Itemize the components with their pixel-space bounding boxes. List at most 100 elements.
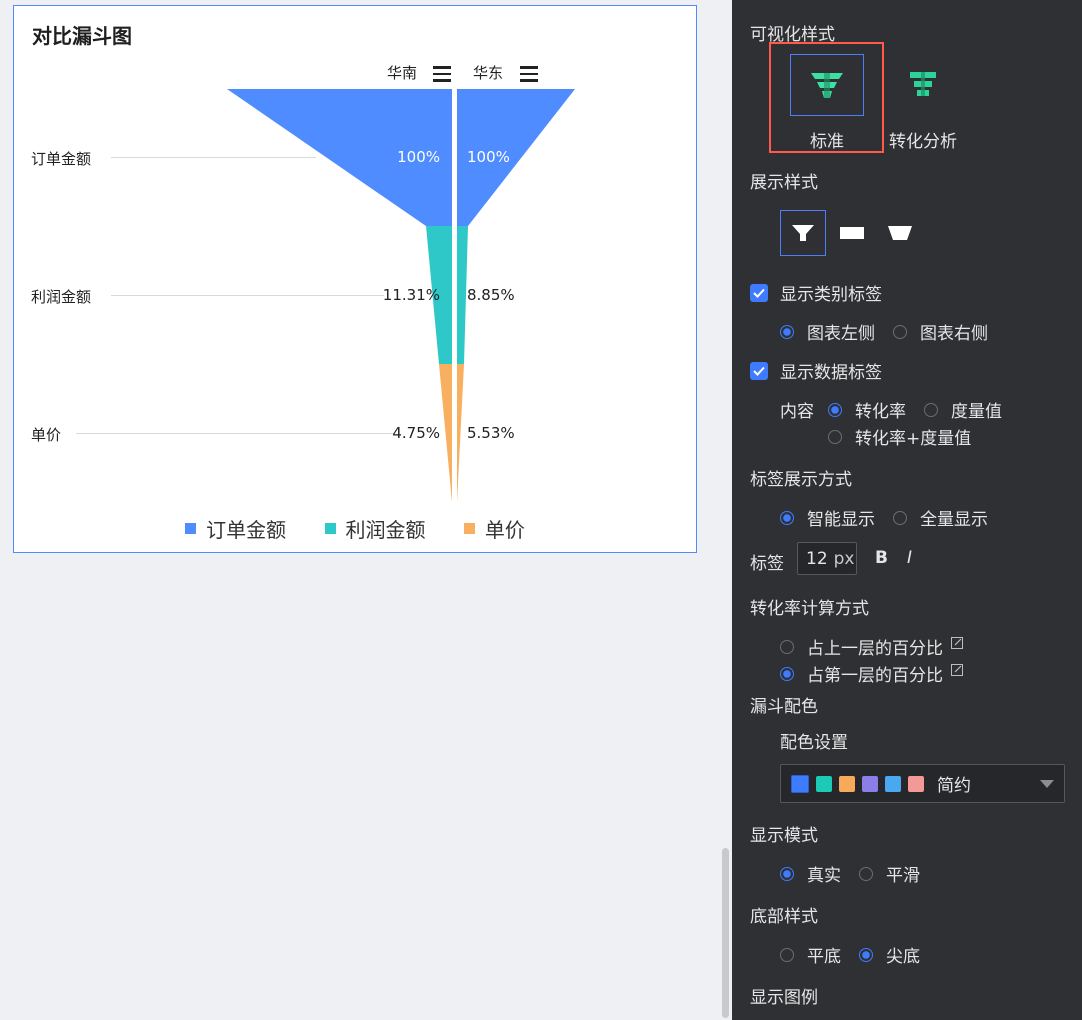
radio-icon[interactable] — [859, 866, 873, 881]
scrollbar-thumb[interactable] — [722, 848, 729, 1018]
rate-calc-first[interactable]: 占第一层的百分比 — [780, 661, 963, 686]
section-rate-calc: 转化率计算方式 — [750, 599, 869, 619]
funnel-south-price[interactable] — [439, 364, 452, 502]
data-label-south-1: 11.31% — [382, 286, 440, 304]
palette-swatch — [862, 775, 878, 792]
shape-funnel-option[interactable] — [780, 210, 826, 256]
radio-icon[interactable] — [828, 429, 842, 444]
show-category-label-row[interactable]: 显示类别标签 — [750, 280, 882, 305]
show-category-label: 显示类别标签 — [780, 285, 882, 305]
bottom-style-sharp[interactable]: 尖底 — [859, 942, 920, 967]
radio-icon[interactable] — [924, 402, 938, 417]
color-setting-text: 配色设置 — [780, 733, 848, 753]
radio-label: 尖底 — [886, 947, 920, 967]
radio-label: 平底 — [807, 947, 841, 967]
palette-swatch — [816, 775, 832, 792]
radio-icon[interactable] — [893, 510, 907, 525]
palette-swatch — [791, 774, 809, 793]
section-display-style: 展示样式 — [750, 173, 818, 193]
data-label-east-2: 5.53% — [467, 424, 515, 442]
section-bottom-style: 底部样式 — [750, 907, 818, 927]
radio-label: 平滑 — [886, 866, 920, 886]
radio-selected-icon[interactable] — [780, 666, 794, 681]
radio-icon[interactable] — [780, 947, 794, 962]
funnel-standard-icon — [811, 73, 843, 98]
funnel-conversion-icon — [910, 72, 936, 96]
rate-calc-prev[interactable]: 占上一层的百分比 — [780, 634, 963, 659]
legend-item-profit[interactable]: 利润金额 — [324, 514, 426, 543]
section-display-mode: 显示模式 — [750, 826, 818, 846]
checkbox-checked-icon[interactable] — [750, 361, 768, 380]
section-funnel-color: 漏斗配色 — [750, 697, 818, 717]
chart-legend: 订单金额 利润金额 单价 — [14, 514, 696, 543]
section-label-display: 标签展示方式 — [750, 470, 852, 490]
settings-panel: 可视化样式 标准 转化分析 展示样式 显示类别标签 图表左侧 图表右侧 显示数据… — [732, 0, 1082, 1020]
radio-label: 图表右侧 — [920, 324, 988, 344]
rectangle-shape-icon — [840, 227, 864, 239]
palette-swatch — [885, 775, 901, 792]
radio-label: 智能显示 — [807, 510, 875, 530]
label-display-all[interactable]: 全量显示 — [893, 505, 988, 530]
display-mode-real[interactable]: 真实 — [780, 861, 841, 886]
content-opt-both[interactable]: 转化率+度量值 — [828, 424, 971, 449]
edit-icon[interactable] — [951, 663, 963, 676]
shape-trapezoid-option[interactable] — [877, 210, 923, 256]
palette-select[interactable]: 简约 — [780, 764, 1065, 803]
bottom-style-flat[interactable]: 平底 — [780, 942, 841, 967]
data-label-south-0: 100% — [397, 148, 440, 166]
edit-icon[interactable] — [951, 636, 963, 649]
content-opt-rate[interactable]: 转化率 — [828, 397, 906, 422]
category-pos-left[interactable]: 图表左侧 — [780, 319, 875, 344]
data-label-east-1: 8.85% — [467, 286, 515, 304]
legend-item-price[interactable]: 单价 — [463, 514, 525, 543]
radio-selected-icon[interactable] — [828, 402, 842, 417]
funnel-shape-icon — [792, 225, 814, 241]
content-opt-measure[interactable]: 度量值 — [924, 397, 1002, 422]
legend-label: 利润金额 — [345, 518, 426, 542]
color-setting-label: 配色设置 — [780, 728, 848, 753]
radio-selected-icon[interactable] — [780, 866, 794, 881]
radio-selected-icon[interactable] — [859, 947, 873, 962]
radio-label: 转化率+度量值 — [855, 429, 972, 449]
vis-option-standard-label[interactable]: 标准 — [810, 127, 844, 152]
legend-swatch — [324, 523, 336, 534]
radio-label: 全量显示 — [920, 510, 988, 530]
label-font-title: 标签 — [750, 554, 784, 574]
funnel-east-price[interactable] — [457, 364, 464, 502]
vis-option-standard[interactable] — [790, 54, 864, 116]
chart-card: 对比漏斗图 华南 华东 订单金额 利润金额 单价 100% 100% 11.31… — [13, 5, 697, 553]
section-show-legend: 显示图例 — [750, 988, 818, 1008]
show-data-label: 显示数据标签 — [780, 363, 882, 383]
legend-label: 订单金额 — [206, 518, 287, 542]
radio-selected-icon[interactable] — [780, 324, 794, 339]
radio-label: 真实 — [807, 866, 841, 886]
content-label: 内容 — [780, 402, 814, 422]
chevron-down-icon[interactable] — [1040, 780, 1054, 788]
content-label-row: 内容 — [780, 397, 814, 422]
legend-label: 单价 — [484, 518, 525, 542]
vis-option-conversion[interactable] — [906, 68, 942, 104]
radio-label: 图表左侧 — [807, 324, 875, 344]
radio-icon[interactable] — [893, 324, 907, 339]
shape-rect-option[interactable] — [829, 210, 875, 256]
radio-icon[interactable] — [780, 639, 794, 654]
trapezoid-shape-icon — [888, 226, 912, 240]
radio-label: 占第一层的百分比 — [807, 666, 943, 686]
italic-button[interactable]: I — [907, 548, 912, 568]
vis-option-conversion-label[interactable]: 转化分析 — [889, 127, 957, 152]
show-data-label-row[interactable]: 显示数据标签 — [750, 358, 882, 383]
radio-label: 度量值 — [951, 402, 1002, 422]
font-size-unit: px — [833, 548, 855, 569]
display-mode-smooth[interactable]: 平滑 — [859, 861, 920, 886]
legend-item-order[interactable]: 订单金额 — [185, 514, 286, 543]
label-display-smart[interactable]: 智能显示 — [780, 505, 875, 530]
radio-label: 转化率 — [855, 402, 906, 422]
legend-swatch — [463, 523, 475, 534]
radio-selected-icon[interactable] — [780, 510, 794, 525]
funnel-chart — [227, 89, 575, 502]
checkbox-checked-icon[interactable] — [750, 283, 768, 302]
font-size-input[interactable]: 12 px — [797, 542, 857, 575]
bold-button[interactable]: B — [875, 548, 888, 568]
category-pos-right[interactable]: 图表右侧 — [893, 319, 988, 344]
legend-swatch — [185, 523, 197, 534]
